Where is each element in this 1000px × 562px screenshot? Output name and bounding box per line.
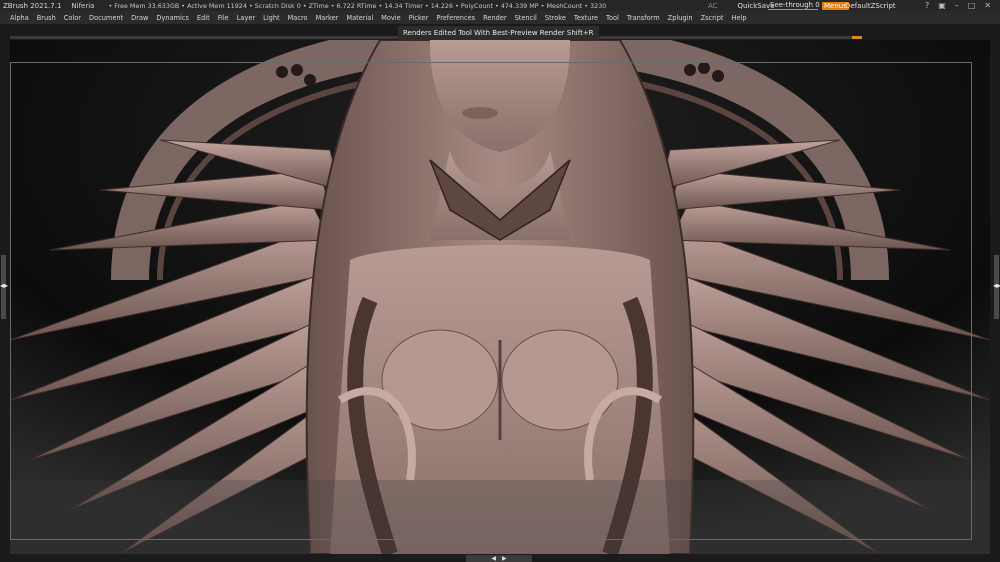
- bottom-right-arrow-icon: ▶: [502, 555, 507, 562]
- layout-icon[interactable]: ▣: [938, 1, 946, 10]
- main-menu-bar: Alpha Brush Color Document Draw Dynamics…: [0, 11, 1000, 24]
- left-tray-handle[interactable]: ◂▸: [0, 255, 9, 319]
- menu-stroke[interactable]: Stroke: [541, 14, 570, 22]
- title-bar: ZBrush 2021.7.1 Niferia • Free Mem 33.63…: [0, 0, 1000, 11]
- menu-document[interactable]: Document: [85, 14, 127, 22]
- maximize-icon[interactable]: □: [968, 1, 976, 10]
- menu-brush[interactable]: Brush: [33, 14, 60, 22]
- right-tray-handle[interactable]: ◂▸: [993, 255, 1000, 319]
- see-through-slider[interactable]: See-through 0: [768, 1, 820, 10]
- menu-draw[interactable]: Draw: [127, 14, 152, 22]
- menu-movie[interactable]: Movie: [377, 14, 405, 22]
- right-tray-arrow-icon: ◂▸: [993, 281, 1000, 290]
- menu-file[interactable]: File: [214, 14, 233, 22]
- help-icon[interactable]: ?: [925, 1, 929, 10]
- document-name: Niferia: [71, 1, 95, 10]
- ac-label[interactable]: AC: [708, 0, 718, 11]
- menu-texture[interactable]: Texture: [570, 14, 602, 22]
- left-tray-arrow-icon: ◂▸: [0, 281, 9, 290]
- menu-alpha[interactable]: Alpha: [6, 14, 33, 22]
- render-tooltip: Renders Edited Tool With Best-Preview Re…: [398, 26, 599, 40]
- menu-dynamics[interactable]: Dynamics: [152, 14, 193, 22]
- menu-stencil[interactable]: Stencil: [511, 14, 541, 22]
- menu-help[interactable]: Help: [728, 14, 751, 22]
- bottom-left-arrow-icon: ◀: [491, 555, 496, 562]
- close-icon[interactable]: ✕: [984, 1, 991, 10]
- menu-macro[interactable]: Macro: [284, 14, 312, 22]
- menu-preferences[interactable]: Preferences: [432, 14, 479, 22]
- bottom-tray-handle[interactable]: ◀ ▶: [466, 555, 532, 562]
- default-zscript-button[interactable]: DefaultZScript: [845, 0, 896, 11]
- menu-transform[interactable]: Transform: [623, 14, 664, 22]
- document-viewport[interactable]: [10, 40, 990, 554]
- menu-layer[interactable]: Layer: [233, 14, 259, 22]
- menu-marker[interactable]: Marker: [312, 14, 343, 22]
- sculpt-render: [10, 40, 990, 554]
- menu-render[interactable]: Render: [479, 14, 510, 22]
- menu-picker[interactable]: Picker: [405, 14, 433, 22]
- window-controls: ? ▣ – □ ✕: [925, 0, 991, 11]
- status-stats: • Free Mem 33.633GB • Active Mem 11924 •…: [108, 1, 607, 10]
- menu-light[interactable]: Light: [259, 14, 283, 22]
- menu-zscript[interactable]: Zscript: [697, 14, 728, 22]
- menu-tool[interactable]: Tool: [602, 14, 623, 22]
- render-progress-fill: [852, 36, 862, 39]
- menu-zplugin[interactable]: Zplugin: [664, 14, 697, 22]
- quicksave-button[interactable]: QuickSave: [738, 0, 775, 11]
- minimize-icon[interactable]: –: [955, 1, 959, 10]
- app-title: ZBrush 2021.7.1: [3, 1, 62, 10]
- menu-color[interactable]: Color: [60, 14, 85, 22]
- menu-edit[interactable]: Edit: [193, 14, 214, 22]
- menu-material[interactable]: Material: [342, 14, 377, 22]
